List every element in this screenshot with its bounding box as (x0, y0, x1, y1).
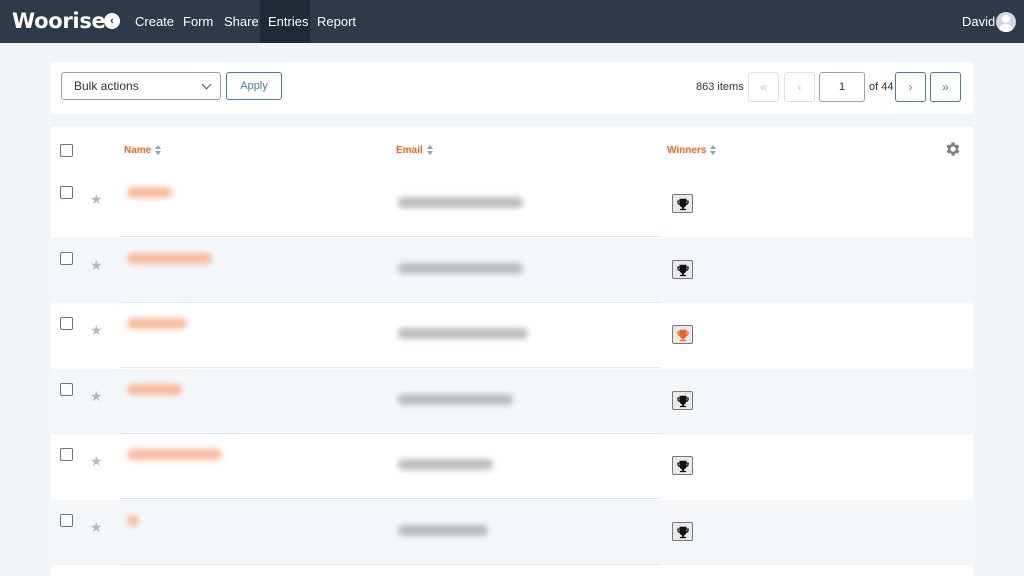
row-checkbox[interactable] (60, 382, 73, 396)
back-button[interactable]: ‹ (104, 13, 120, 29)
entry-email-redacted (398, 262, 523, 274)
entry-name-redacted (127, 449, 222, 460)
row-checkbox[interactable] (60, 448, 73, 461)
star-icon[interactable]: ★ (90, 192, 103, 206)
entry-name-redacted (127, 252, 212, 264)
star-icon[interactable]: ★ (90, 454, 103, 468)
trophy-icon[interactable] (672, 390, 693, 410)
sort-icon (426, 145, 434, 156)
entry-name-redacted (127, 187, 172, 198)
column-header-winners-label: Winners (667, 145, 707, 157)
entry-email-redacted (398, 328, 528, 339)
row-checkbox[interactable] (60, 251, 73, 265)
entry-email-redacted (398, 459, 493, 470)
user-name[interactable]: David (962, 0, 995, 43)
row-checkbox[interactable] (60, 513, 73, 527)
total-pages: of 44 (869, 81, 894, 93)
trophy-icon[interactable] (672, 521, 693, 541)
woorise-logo[interactable]: Woorise (12, 9, 106, 33)
entries-table: Name Email Winners ★ ★ ★ ★ ★ ★ (51, 127, 973, 576)
nav-item-form[interactable]: Form (175, 0, 221, 43)
trophy-icon[interactable] (672, 456, 693, 475)
table-row[interactable]: ★ (51, 434, 973, 499)
column-header-winners[interactable]: Winners (667, 145, 717, 156)
table-row[interactable]: ★ (51, 237, 973, 303)
table-row[interactable]: ★ (51, 172, 973, 237)
bulk-actions-value: Bulk actions (74, 79, 139, 93)
bulk-actions-select[interactable]: Bulk actions (61, 72, 221, 100)
chevron-down-icon (201, 79, 212, 90)
column-header-email[interactable]: Email (396, 145, 434, 156)
top-navigation-bar: Woorise ‹ Create Form Share Entries Repo… (0, 0, 1024, 43)
column-header-name-label: Name (124, 145, 152, 157)
last-page-button[interactable]: » (930, 72, 961, 102)
sort-icon (155, 145, 162, 156)
current-page-input[interactable]: 1 (819, 72, 865, 102)
entry-email-redacted (398, 524, 488, 536)
gear-icon[interactable] (944, 140, 962, 158)
star-icon[interactable]: ★ (90, 520, 103, 534)
star-icon[interactable]: ★ (90, 389, 103, 403)
user-avatar-icon[interactable] (996, 12, 1016, 32)
column-header-name[interactable]: Name (124, 145, 162, 156)
row-checkbox[interactable] (60, 186, 73, 199)
chevron-left-icon: ‹ (110, 15, 114, 27)
entries-toolbar: Bulk actions Apply 863 items « ‹ 1 of 44… (51, 62, 973, 114)
entry-email-redacted (398, 197, 523, 208)
entry-email-redacted (398, 393, 513, 405)
first-page-button[interactable]: « (748, 72, 779, 102)
nav-item-report[interactable]: Report (309, 0, 364, 43)
table-row[interactable]: ★ (51, 303, 973, 368)
column-header-email-label: Email (396, 145, 423, 157)
select-all-checkbox[interactable] (60, 144, 73, 157)
entry-name-redacted (127, 318, 187, 329)
trophy-icon[interactable] (672, 259, 693, 279)
prev-page-button[interactable]: ‹ (784, 72, 815, 102)
trophy-icon[interactable] (672, 325, 693, 344)
nav-item-create[interactable]: Create (127, 0, 182, 43)
nav-item-entries[interactable]: Entries (260, 0, 310, 43)
apply-button[interactable]: Apply (226, 72, 282, 100)
entry-name-redacted (127, 514, 139, 526)
trophy-icon[interactable] (672, 194, 693, 213)
star-icon[interactable]: ★ (90, 258, 103, 272)
entry-name-redacted (127, 383, 182, 395)
items-count: 863 items (696, 81, 744, 93)
sort-icon (710, 145, 717, 156)
row-checkbox[interactable] (60, 317, 73, 330)
next-page-button[interactable]: › (895, 72, 926, 102)
row-divider (120, 563, 661, 565)
star-icon[interactable]: ★ (90, 323, 103, 337)
table-row[interactable]: ★ (51, 368, 973, 434)
table-row[interactable]: ★ (51, 499, 973, 565)
